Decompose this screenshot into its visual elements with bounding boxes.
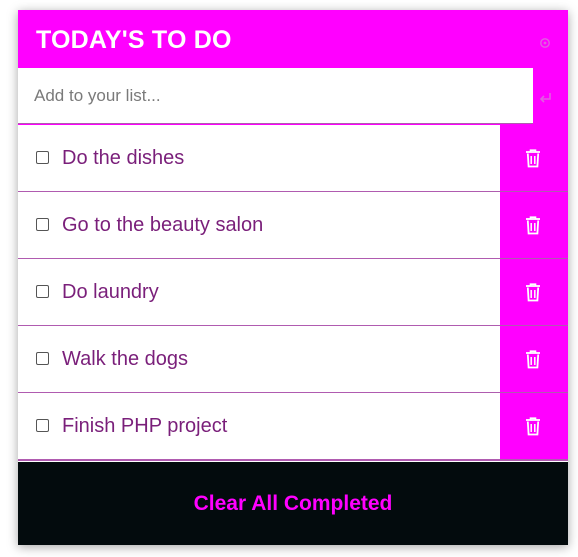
todo-text: Do the dishes bbox=[62, 147, 185, 169]
trash-icon bbox=[526, 149, 540, 168]
list-item: Walk the dogs bbox=[18, 326, 568, 393]
trash-icon bbox=[526, 283, 540, 302]
todo-checkbox[interactable] bbox=[36, 419, 49, 432]
todo-checkbox[interactable] bbox=[36, 352, 49, 365]
trash-icon bbox=[526, 417, 540, 436]
todo-app: TODAY'S TO DO Do the dishes bbox=[18, 10, 568, 545]
todo-checkbox[interactable] bbox=[36, 285, 49, 298]
delete-button[interactable] bbox=[500, 326, 568, 392]
clear-completed-button[interactable]: Clear All Completed bbox=[18, 462, 568, 545]
add-item-input[interactable] bbox=[18, 68, 533, 124]
todo-text: Do laundry bbox=[62, 281, 159, 303]
trash-icon bbox=[526, 350, 540, 369]
gear-icon[interactable] bbox=[538, 35, 552, 49]
todo-list: Do the dishes Go to the beauty salon Do … bbox=[18, 125, 568, 461]
list-item: Go to the beauty salon bbox=[18, 192, 568, 259]
todo-text: Go to the beauty salon bbox=[62, 214, 264, 236]
todo-text: Finish PHP project bbox=[62, 415, 228, 437]
delete-button[interactable] bbox=[500, 259, 568, 325]
delete-button[interactable] bbox=[500, 192, 568, 258]
delete-button[interactable] bbox=[500, 393, 568, 459]
todo-text: Walk the dogs bbox=[62, 348, 188, 370]
list-item: Do laundry bbox=[18, 259, 568, 326]
add-item-row bbox=[18, 68, 568, 126]
todo-checkbox[interactable] bbox=[36, 151, 49, 164]
app-header: TODAY'S TO DO bbox=[18, 10, 568, 68]
delete-button[interactable] bbox=[500, 125, 568, 191]
list-item: Finish PHP project bbox=[18, 393, 568, 461]
trash-icon bbox=[526, 216, 540, 235]
app-title: TODAY'S TO DO bbox=[36, 26, 232, 54]
todo-checkbox[interactable] bbox=[36, 218, 49, 231]
app-footer: Clear All Completed bbox=[18, 462, 568, 545]
list-item: Do the dishes bbox=[18, 125, 568, 192]
enter-return-icon[interactable] bbox=[538, 90, 554, 104]
